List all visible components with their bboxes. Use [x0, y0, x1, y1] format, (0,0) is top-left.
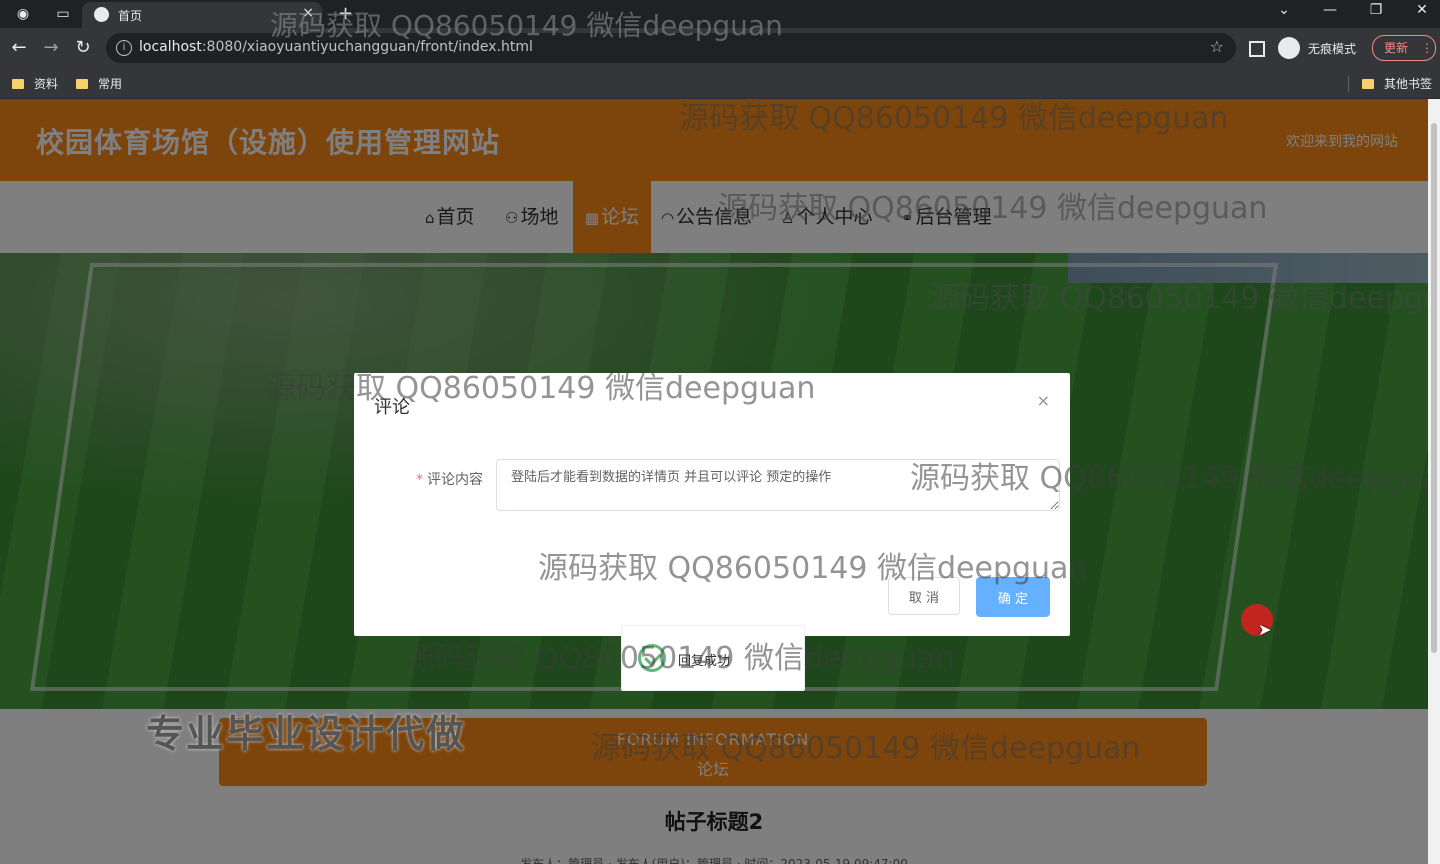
url-host: localhost	[139, 39, 202, 55]
tab-favicon-icon	[94, 7, 109, 22]
success-toast: 回复成功	[621, 625, 805, 691]
browser-tab-home[interactable]: 首页 ×	[82, 2, 322, 28]
comment-textarea[interactable]: 登陆后才能看到数据的详情页 并且可以评论 预定的操作	[496, 459, 1060, 511]
bookmark-folder-other[interactable]: 其他书签	[1362, 75, 1432, 92]
folder-icon	[12, 79, 24, 89]
folder-icon	[1362, 79, 1374, 89]
folder-icon	[76, 79, 88, 89]
confirm-button[interactable]: 确 定	[976, 577, 1050, 617]
comment-field-label: * 评论内容	[416, 472, 483, 488]
page-scrollbar[interactable]	[1428, 99, 1440, 864]
window-minimize-button[interactable]: —	[1310, 2, 1350, 18]
url-text[interactable]: localhost:8080/xiaoyuantiyuchangguan/fro…	[139, 39, 533, 55]
toast-message: 回复成功	[678, 654, 731, 669]
incognito-label: 无痕模式	[1308, 42, 1357, 56]
url-path: :8080/xiaoyuantiyuchangguan/front/index.…	[201, 39, 533, 55]
bookmarks-separator	[1348, 76, 1349, 92]
window-maximize-button[interactable]: ❐	[1356, 2, 1396, 18]
close-icon[interactable]: ×	[1037, 391, 1050, 410]
bookmark-folder-ziliao[interactable]: 资料	[12, 75, 58, 92]
window-close-button[interactable]: ✕	[1402, 2, 1440, 18]
tab-close-icon[interactable]: ×	[302, 5, 314, 21]
incognito-icon	[1278, 37, 1300, 59]
browser-toolbar: ← → ↻ i localhost:8080/xiaoyuantiyuchang…	[0, 28, 1440, 68]
bookmark-folder-changyong[interactable]: 常用	[76, 75, 122, 92]
browser-titlebar: ◉ ▭ 首页 × + ⌄ — ❐ ✕	[0, 0, 1440, 28]
tab-overview-icon[interactable]: ▭	[54, 5, 72, 23]
success-check-icon	[638, 644, 666, 672]
tab-search-icon[interactable]: ⌄	[1264, 2, 1304, 18]
dialog-title: 评论	[374, 397, 410, 418]
scrollbar-thumb[interactable]	[1431, 123, 1437, 653]
bookmark-star-icon[interactable]: ☆	[1210, 37, 1224, 56]
new-tab-button[interactable]: +	[338, 3, 353, 24]
tab-title: 首页	[118, 9, 143, 23]
site-info-icon[interactable]: i	[116, 40, 132, 56]
reload-button[interactable]: ↻	[72, 37, 94, 58]
update-label: 更新	[1384, 41, 1409, 55]
cancel-button[interactable]: 取 消	[888, 577, 960, 615]
back-button[interactable]: ←	[8, 37, 30, 58]
forward-button[interactable]: →	[40, 37, 62, 58]
required-mark: *	[416, 472, 423, 488]
address-bar[interactable]: i localhost:8080/xiaoyuantiyuchangguan/f…	[106, 33, 1236, 63]
comment-dialog: 评论 × * 评论内容 登陆后才能看到数据的详情页 并且可以评论 预定的操作 取 …	[354, 373, 1070, 636]
menu-dots-icon[interactable]: ⋮	[1421, 36, 1433, 60]
side-panel-icon[interactable]	[1249, 41, 1265, 57]
promo-watermark: 专业毕业设计代做	[146, 712, 467, 756]
mouse-cursor-icon: ➤	[1258, 620, 1272, 639]
page-viewport: 校园体育场馆（设施）使用管理网站 欢迎来到我的网站 ⌂首页 ⚇场地 ▦论坛 ◠公…	[0, 99, 1428, 864]
bookmarks-bar: 资料 常用 其他书签	[0, 68, 1440, 99]
globe-icon[interactable]: ◉	[14, 5, 32, 23]
update-button[interactable]: 更新 ⋮	[1372, 35, 1436, 61]
